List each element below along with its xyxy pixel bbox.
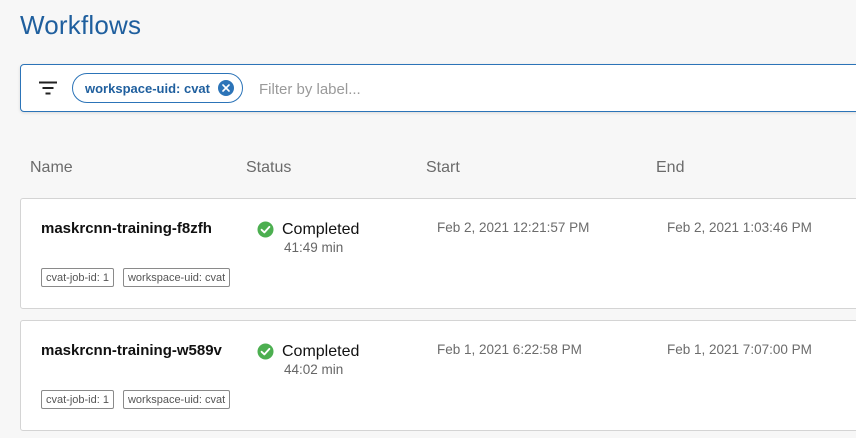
workflow-name[interactable]: maskrcnn-training-w589v [41,342,222,359]
column-header-name[interactable]: Name [30,159,73,177]
workflow-name[interactable]: maskrcnn-training-f8zfh [41,220,212,237]
check-circle-icon [257,343,274,360]
filter-label-input[interactable] [257,75,761,103]
label-tag: workspace-uid: cvat [122,390,231,409]
label-tag: cvat-job-id: 1 [41,390,114,409]
status-label: Completed [282,221,360,238]
page-title: Workflows [20,10,142,40]
status-label: Completed [282,343,360,360]
workflow-labels: cvat-job-id: 1 workspace-uid: cvat [41,390,231,409]
workflow-row[interactable]: maskrcnn-training-f8zfh cvat-job-id: 1 w… [20,198,856,309]
check-circle-icon [257,221,274,238]
filter-chip-label: workspace-uid: cvat [85,80,210,96]
start-time: Feb 2, 2021 12:21:57 PM [437,220,590,235]
start-time: Feb 1, 2021 6:22:58 PM [437,342,582,357]
column-header-status[interactable]: Status [246,159,291,177]
workflow-labels: cvat-job-id: 1 workspace-uid: cvat [41,268,231,287]
end-time: Feb 1, 2021 7:07:00 PM [667,342,812,357]
label-tag: workspace-uid: cvat [122,268,231,287]
chip-remove-icon[interactable] [218,80,234,96]
end-time: Feb 2, 2021 1:03:46 PM [667,220,812,235]
column-header-start[interactable]: Start [426,159,460,177]
column-header-end[interactable]: End [656,159,684,177]
filter-chip-workspace-uid: workspace-uid: cvat [72,73,243,103]
label-filter-bar[interactable]: workspace-uid: cvat [20,64,856,112]
duration: 44:02 min [284,362,344,377]
duration: 41:49 min [284,240,344,255]
label-tag: cvat-job-id: 1 [41,268,114,287]
workflow-row[interactable]: maskrcnn-training-w589v cvat-job-id: 1 w… [20,320,856,431]
filter-list-icon[interactable] [38,80,58,96]
